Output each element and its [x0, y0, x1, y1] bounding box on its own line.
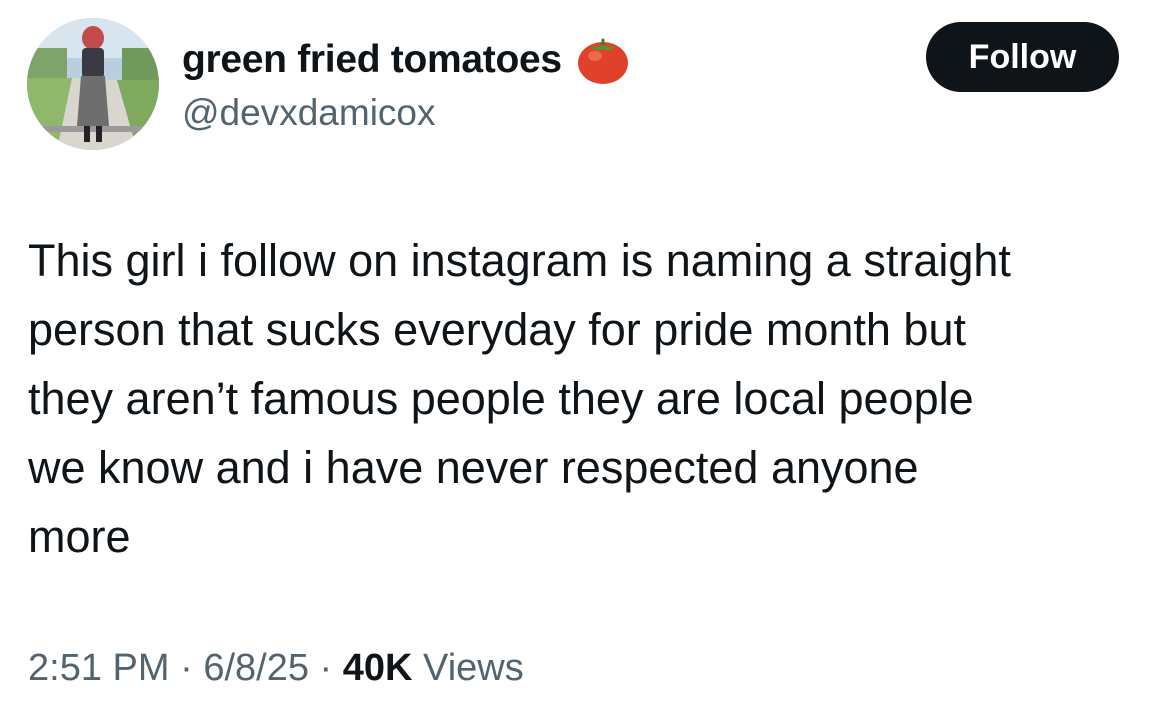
- tweet-text-line: they aren’t famous people they are local…: [28, 373, 974, 424]
- tweet-text-line: person that sucks everyday for pride mon…: [28, 304, 966, 355]
- tomato-icon: [576, 34, 630, 86]
- tweet-text-line: we know and i have never respected anyon…: [28, 442, 919, 493]
- views-count[interactable]: 40K: [343, 647, 413, 689]
- follow-button[interactable]: Follow: [926, 22, 1119, 92]
- tweet-time[interactable]: 2:51 PM: [28, 647, 170, 689]
- avatar[interactable]: [27, 18, 159, 150]
- views-label: Views: [423, 647, 524, 689]
- tweet-text: This girl i follow on instagram is namin…: [28, 226, 1148, 571]
- profile-photo: [27, 18, 159, 150]
- author-name-row: green fried tomatoes: [182, 34, 630, 86]
- tweet-meta: 2:51 PM · 6/8/25 · 40K Views: [28, 643, 524, 693]
- meta-separator: ·: [180, 647, 193, 689]
- meta-separator: ·: [319, 647, 333, 689]
- author-handle[interactable]: @devxdamicox: [182, 90, 436, 136]
- tweet-text-line: more: [28, 511, 131, 562]
- author-display-name[interactable]: green fried tomatoes: [182, 36, 562, 84]
- tweet-text-line: This girl i follow on instagram is namin…: [28, 235, 1011, 286]
- tweet-date[interactable]: 6/8/25: [203, 647, 309, 689]
